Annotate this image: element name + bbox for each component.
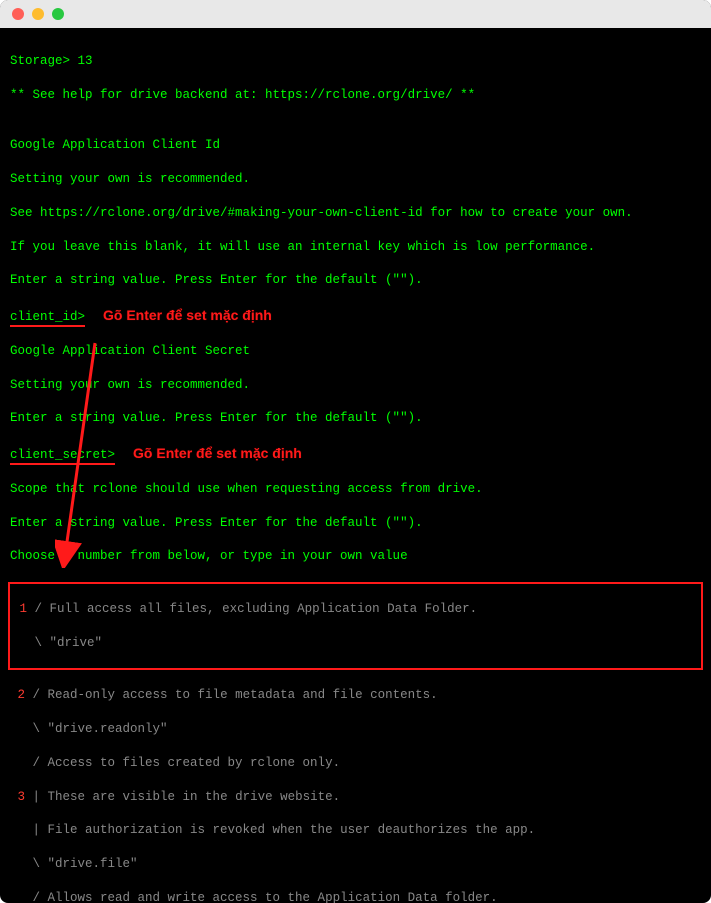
output-line: ** See help for drive backend at: https:… — [10, 87, 701, 104]
zoom-icon[interactable] — [52, 8, 64, 20]
output-line: Setting your own is recommended. — [10, 377, 701, 394]
scope-option: 1 / Full access all files, excluding App… — [12, 601, 699, 618]
output-line: If you leave this blank, it will use an … — [10, 239, 701, 256]
terminal-window: Storage> 13 ** See help for drive backen… — [0, 0, 711, 903]
scope-option: / Allows read and write access to the Ap… — [10, 890, 701, 903]
client-id-prompt[interactable]: client_id> — [10, 310, 85, 327]
prompt-row: client_secret>Gõ Enter để set mặc định — [10, 444, 701, 464]
output-line: Choose a number from below, or type in y… — [10, 548, 701, 565]
scope-option: / Access to files created by rclone only… — [10, 755, 701, 772]
output-line: Setting your own is recommended. — [10, 171, 701, 188]
output-line: Enter a string value. Press Enter for th… — [10, 410, 701, 427]
minimize-icon[interactable] — [32, 8, 44, 20]
annotation-enter-default: Gõ Enter để set mặc định — [115, 444, 302, 463]
terminal-content[interactable]: Storage> 13 ** See help for drive backen… — [0, 28, 711, 903]
output-line: See https://rclone.org/drive/#making-you… — [10, 205, 701, 222]
output-line: Enter a string value. Press Enter for th… — [10, 515, 701, 532]
close-icon[interactable] — [12, 8, 24, 20]
scope-option: \ "drive.readonly" — [10, 721, 701, 738]
output-line: Scope that rclone should use when reques… — [10, 481, 701, 498]
scope-option: | File authorization is revoked when the… — [10, 822, 701, 839]
output-line: Google Application Client Id — [10, 137, 701, 154]
output-line: Storage> 13 — [10, 53, 701, 70]
prompt-row: client_id>Gõ Enter để set mặc định — [10, 306, 701, 326]
scope-option: \ "drive" — [12, 635, 699, 652]
scope-option: \ "drive.file" — [10, 856, 701, 873]
client-secret-prompt[interactable]: client_secret> — [10, 448, 115, 465]
scope-option: 2 / Read-only access to file metadata an… — [10, 687, 701, 704]
titlebar — [0, 0, 711, 28]
annotation-enter-default: Gõ Enter để set mặc định — [85, 306, 272, 325]
output-line: Google Application Client Secret — [10, 343, 701, 360]
scope-option: 3 | These are visible in the drive websi… — [10, 789, 701, 806]
scope-option-1-highlight: 1 / Full access all files, excluding App… — [8, 582, 703, 670]
output-line: Enter a string value. Press Enter for th… — [10, 272, 701, 289]
